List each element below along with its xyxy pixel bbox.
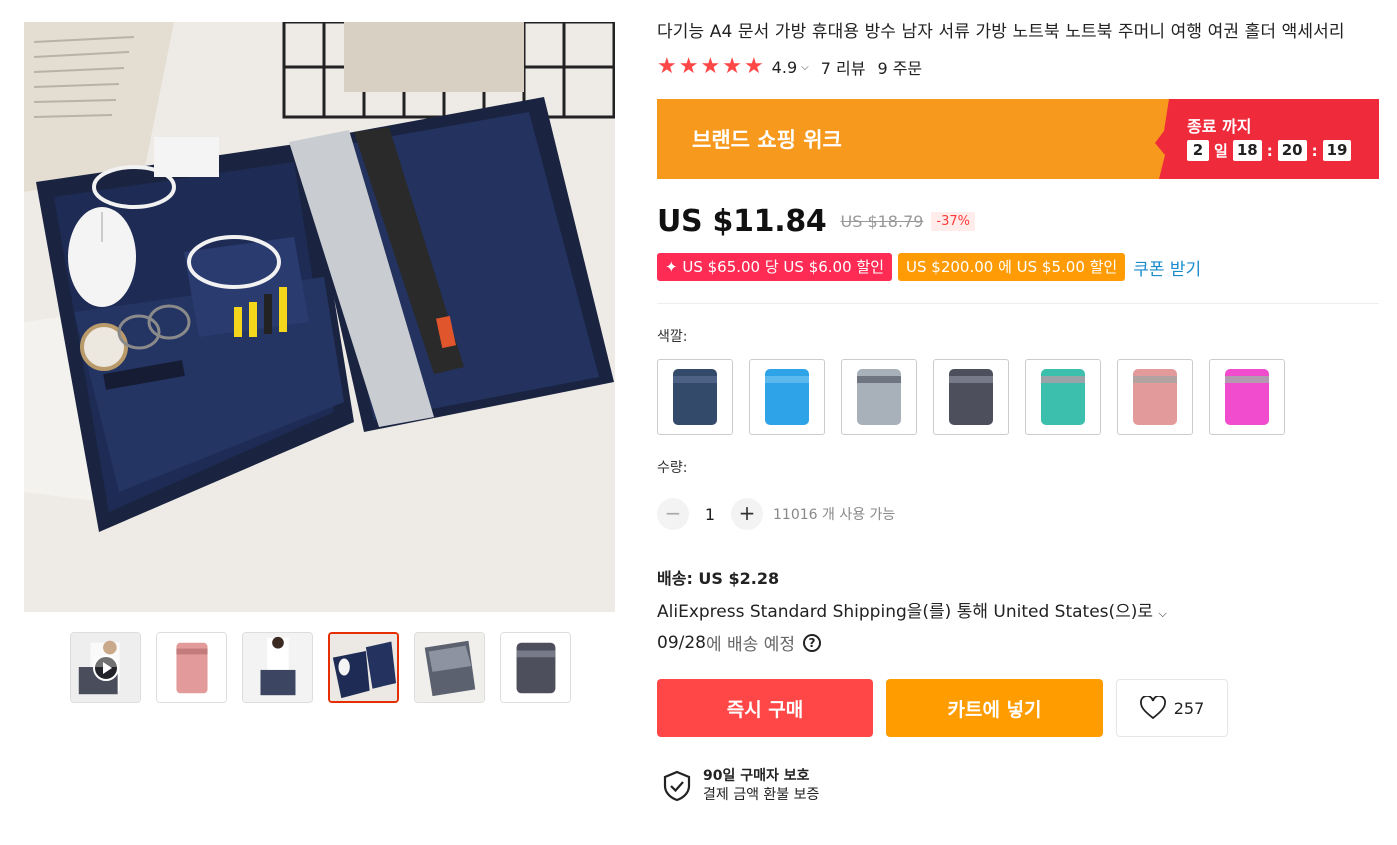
quantity-label: 수량: (657, 460, 688, 476)
help-icon[interactable]: ? (803, 633, 822, 652)
quantity-value[interactable]: 1 (689, 505, 731, 524)
shipping-method-text: AliExpress Standard Shipping을(를) 통해 Unit… (657, 602, 1154, 622)
divider (657, 303, 1379, 304)
add-to-cart-button[interactable]: 카트에 넣기 (886, 679, 1103, 737)
reviews-count[interactable]: 7 리뷰 (821, 55, 866, 79)
stock-available: 11016 개 사용 가능 (773, 507, 896, 523)
countdown-separator: : (1266, 141, 1273, 160)
increase-button[interactable]: + (731, 498, 763, 530)
thumbnail-video[interactable] (70, 632, 141, 703)
discount-badge: -37% (931, 211, 976, 231)
protection-title: 90일 구매자 보호 (703, 768, 810, 784)
get-coupons-link[interactable]: 쿠폰 받기 (1133, 255, 1201, 280)
thumbnail-image[interactable] (500, 632, 571, 703)
wishlist-button[interactable]: 257 (1116, 679, 1228, 737)
buy-now-button[interactable]: 즉시 구매 (657, 679, 873, 737)
coupon-badge[interactable]: ✦ US $65.00 당 US $6.00 할인 (657, 253, 893, 281)
action-buttons: 즉시 구매 카트에 넣기 257 (657, 679, 1379, 737)
star-icon: ★ (743, 54, 764, 79)
promo-banner: 브랜드 쇼핑 위크 종료 까지 2 일 18 : 20 : 19 (657, 99, 1379, 179)
protection-subtitle: 결제 금액 환불 보증 (703, 787, 820, 803)
star-icon: ★ (722, 54, 742, 79)
delivery-estimate: 09/28 에 배송 예정 ? (657, 630, 1379, 655)
star-rating: ★ ★ ★ ★ ★ (657, 56, 764, 78)
delivery-date: 09/28 (657, 632, 706, 653)
shipping-cost: 배송: US $2.28 (657, 569, 780, 588)
promo-title: 브랜드 쇼핑 위크 (657, 99, 1169, 179)
countdown-minutes: 20 (1277, 140, 1307, 161)
countdown-days-unit: 일 (1214, 142, 1228, 160)
chevron-down-icon[interactable]: ⌵ (801, 62, 809, 73)
color-option-dark-gray[interactable] (933, 359, 1009, 435)
countdown-days: 2 (1187, 140, 1209, 161)
countdown-timer: 2 일 18 : 20 : 19 (1187, 140, 1379, 161)
thumbnail-image[interactable] (414, 632, 485, 703)
price-row: US $11.84 US $18.79 -37% (657, 203, 1379, 239)
color-option-navy[interactable] (657, 359, 733, 435)
countdown-label: 종료 까지 (1187, 117, 1252, 136)
thumbnail-image[interactable] (156, 632, 227, 703)
promo-countdown: 종료 까지 2 일 18 : 20 : 19 (1169, 99, 1379, 179)
original-price: US $18.79 (840, 211, 924, 231)
coupon-row: ✦ US $65.00 당 US $6.00 할인 US $200.00 에 U… (657, 253, 1379, 281)
color-swatches (657, 359, 1379, 435)
coupon-badge[interactable]: US $200.00 에 US $5.00 할인 (898, 253, 1126, 281)
product-info-panel: 다기능 A4 문서 가방 휴대용 방수 남자 서류 가방 노트북 노트북 주머니… (657, 20, 1379, 805)
delivery-date-suffix: 에 배송 예정 (706, 635, 796, 655)
color-option-light-gray[interactable] (841, 359, 917, 435)
star-icon: ★ (657, 54, 677, 79)
countdown-hours: 18 (1232, 140, 1262, 161)
wishlist-count: 257 (1173, 698, 1205, 718)
color-option-sky-blue[interactable] (749, 359, 825, 435)
thumbnail-image-selected[interactable] (328, 632, 399, 703)
chevron-down-icon: ⌵ (1158, 607, 1167, 620)
shield-check-icon (663, 770, 691, 802)
heart-icon (1139, 696, 1166, 720)
thumbnail-image[interactable] (242, 632, 313, 703)
play-icon (93, 655, 119, 681)
color-option-magenta[interactable] (1209, 359, 1285, 435)
color-option-teal[interactable] (1025, 359, 1101, 435)
star-icon: ★ (700, 54, 721, 79)
star-icon: ★ (678, 54, 699, 79)
main-product-image[interactable] (24, 22, 615, 612)
orders-count: 9 주문 (877, 59, 923, 78)
rating-value[interactable]: 4.9 (772, 58, 797, 77)
color-label: 색깔: (657, 329, 688, 345)
decrease-button[interactable]: − (657, 498, 689, 530)
product-title: 다기능 A4 문서 가방 휴대용 방수 남자 서류 가방 노트북 노트북 주머니… (657, 22, 1345, 42)
countdown-seconds: 19 (1322, 140, 1352, 161)
shipping-method[interactable]: AliExpress Standard Shipping을(를) 통해 Unit… (657, 597, 1379, 622)
countdown-separator: : (1311, 141, 1318, 160)
color-option-pink[interactable] (1117, 359, 1193, 435)
current-price: US $11.84 (657, 203, 827, 239)
buyer-protection: 90일 구매자 보호 결제 금액 환불 보증 (657, 767, 1379, 805)
thumbnail-strip (70, 632, 571, 703)
quantity-stepper: − 1 + 11016 개 사용 가능 (657, 498, 1379, 530)
rating-row: ★ ★ ★ ★ ★ 4.9 ⌵ 7 리뷰 9 주문 (657, 55, 1379, 79)
